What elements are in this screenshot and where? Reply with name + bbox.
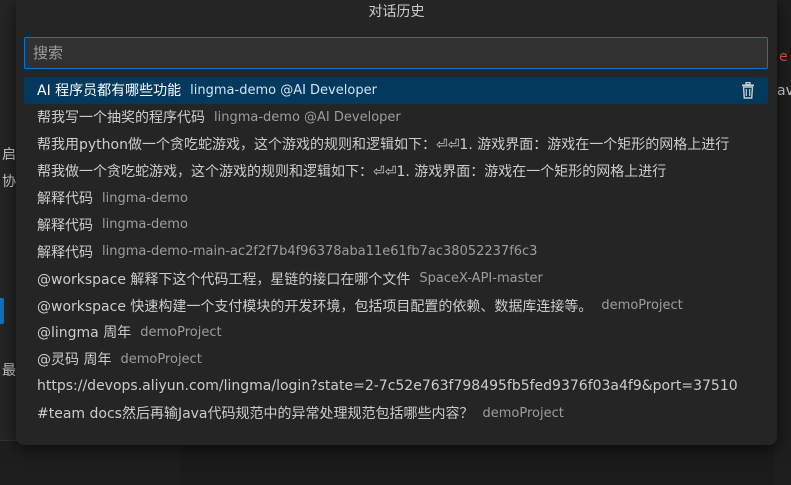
- history-item-project: lingma-demo-main-ac2f2f7b4f96378aba11e61…: [102, 244, 538, 260]
- history-item-label: 解释代码: [37, 244, 93, 261]
- history-item[interactable]: 解释代码 lingma-demo: [24, 211, 768, 238]
- history-item-project: demoProject: [601, 298, 683, 314]
- history-item-project: lingma-demo @AI Developer: [190, 82, 377, 98]
- trash-icon[interactable]: [740, 82, 756, 99]
- background-editor-right: [775, 0, 791, 485]
- history-item-label: @lingma 周年: [37, 325, 132, 342]
- history-item-project: SpaceX-API-master: [419, 271, 543, 287]
- history-item-label: 解释代码: [37, 217, 93, 234]
- history-item[interactable]: https://devops.aliyun.com/lingma/login?s…: [24, 373, 768, 400]
- history-item-label: https://devops.aliyun.com/lingma/login?s…: [37, 378, 738, 395]
- history-item[interactable]: #team docs然后再输Java代码规范中的异常处理规范包括哪些内容？ de…: [24, 400, 768, 427]
- history-item[interactable]: @workspace 快速构建一个支付模块的开发环境，包括项目配置的依赖、数据库…: [24, 292, 768, 319]
- chat-history-quick-pick: 对话历史 AI 程序员都有哪些功能 lingma-demo @AI Develo…: [16, 0, 777, 445]
- history-item[interactable]: 帮我做一个贪吃蛇游戏，这个游戏的规则和逻辑如下：⏎⏎1. 游戏界面：游戏在一个矩…: [24, 158, 768, 185]
- background-text-fragment: 协: [2, 174, 16, 190]
- history-item[interactable]: 帮我用python做一个贪吃蛇游戏，这个游戏的规则和逻辑如下：⏎⏎1. 游戏界面…: [24, 131, 768, 158]
- background-text-fragment: 启: [2, 147, 16, 163]
- history-item[interactable]: @workspace 解释下这个代码工程，星链的接口在哪个文件 SpaceX-A…: [24, 265, 768, 292]
- background-text-fragment: 最: [2, 363, 16, 379]
- history-item-label: @workspace 快速构建一个支付模块的开发环境，包括项目配置的依赖、数据库…: [37, 298, 593, 315]
- history-item-label: 帮我做一个贪吃蛇游戏，这个游戏的规则和逻辑如下：⏎⏎1. 游戏界面：游戏在一个矩…: [37, 164, 667, 181]
- history-item-label: 帮我写一个抽奖的程序代码: [37, 110, 205, 127]
- history-item-project: demoProject: [482, 405, 564, 421]
- history-item[interactable]: @lingma 周年 demoProject: [24, 319, 768, 346]
- history-item-label: AI 程序员都有哪些功能: [37, 83, 182, 100]
- history-item-project: demoProject: [120, 351, 202, 367]
- history-item-project: lingma-demo: [102, 190, 188, 206]
- history-item[interactable]: 帮我写一个抽奖的程序代码 lingma-demo @AI Developer: [24, 104, 768, 131]
- history-item-label: 解释代码: [37, 191, 93, 207]
- panel-title: 对话历史: [368, 4, 425, 20]
- history-item-label: #team docs然后再输Java代码规范中的异常处理规范包括哪些内容？: [37, 406, 474, 423]
- background-sidebar-lower: [0, 440, 180, 485]
- history-item[interactable]: 解释代码 lingma-demo: [24, 185, 768, 212]
- history-list: AI 程序员都有哪些功能 lingma-demo @AI Developer 帮…: [24, 77, 768, 427]
- history-item[interactable]: @灵码 周年 demoProject: [24, 346, 768, 373]
- history-item-project: lingma-demo @AI Developer: [214, 109, 401, 125]
- history-item-label: 帮我用python做一个贪吃蛇游戏，这个游戏的规则和逻辑如下：⏎⏎1. 游戏界面…: [37, 137, 730, 154]
- history-item-project: lingma-demo: [102, 217, 188, 233]
- background-editor-bottom: [180, 440, 791, 485]
- history-item-label: @灵码 周年: [37, 352, 112, 369]
- search-input[interactable]: [24, 37, 768, 69]
- history-item[interactable]: AI 程序员都有哪些功能 lingma-demo @AI Developer: [24, 77, 768, 104]
- background-accent-bar: [0, 298, 4, 324]
- history-item-label: @workspace 解释下这个代码工程，星链的接口在哪个文件: [37, 271, 411, 288]
- history-item[interactable]: 解释代码 lingma-demo-main-ac2f2f7b4f96378aba…: [24, 238, 768, 265]
- background-text-fragment: ava: [777, 83, 791, 99]
- background-text-fragment: e: [779, 49, 788, 65]
- history-item-project: demoProject: [140, 324, 222, 340]
